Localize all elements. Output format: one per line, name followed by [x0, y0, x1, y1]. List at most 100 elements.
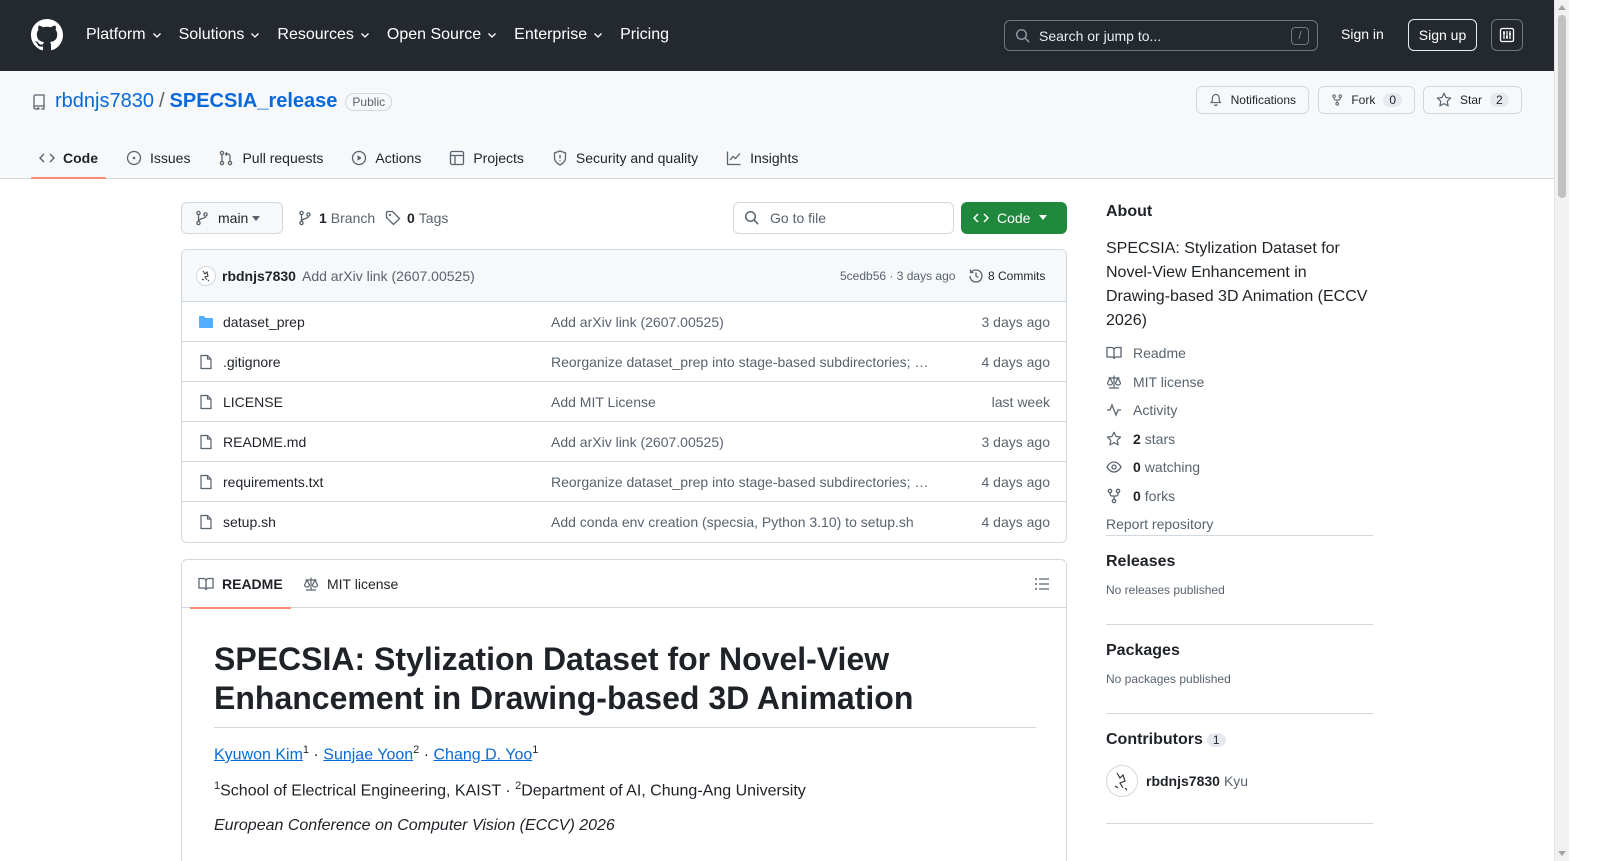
global-header: Platform Solutions Resources Open Source… — [0, 0, 1554, 71]
file-name-link[interactable]: .gitignore — [223, 354, 281, 370]
readme-title: SPECSIA: Stylization Dataset for Novel-V… — [214, 640, 1036, 728]
avatar[interactable] — [196, 266, 216, 286]
file-row[interactable]: LICENSE Add MIT License last week — [182, 382, 1066, 422]
commit-message-link[interactable]: Add arXiv link (2607.00525) — [302, 268, 475, 284]
tab-license[interactable]: MIT license — [303, 560, 398, 608]
history-icon — [969, 269, 983, 283]
file-row[interactable]: requirements.txt Reorganize dataset_prep… — [182, 462, 1066, 502]
chevron-down-icon — [152, 33, 161, 38]
commit-author-link[interactable]: rbdnjs7830 — [222, 268, 296, 284]
branch-icon — [299, 210, 311, 226]
file-name-link[interactable]: README.md — [223, 434, 306, 450]
activity-link[interactable]: Activity — [1106, 400, 1373, 420]
license-link[interactable]: MIT license — [1106, 372, 1373, 392]
stars-link[interactable]: 2 stars — [1106, 429, 1373, 449]
nav-solutions[interactable]: Solutions — [179, 24, 262, 46]
fork-button[interactable]: Fork 0 — [1318, 86, 1415, 114]
branch-count: 1 — [319, 210, 327, 226]
star-label: Star — [1460, 93, 1483, 107]
star-icon — [1436, 92, 1452, 107]
nav-enterprise[interactable]: Enterprise — [514, 24, 604, 46]
affiliation-2: Department of AI, Chung-Ang University — [521, 782, 806, 800]
scroll-up-arrow-icon[interactable] — [1558, 5, 1566, 10]
search-input[interactable]: Search or jump to... / — [1004, 20, 1318, 51]
repo-tabs: Code Issues Pull requests Actions Projec… — [31, 139, 818, 179]
tab-code[interactable]: Code — [31, 139, 106, 179]
readme-link[interactable]: Readme — [1106, 343, 1373, 363]
affiliation-1: School of Electrical Engineering, KAIST … — [220, 782, 516, 800]
stars-count: 2 — [1133, 430, 1141, 447]
play-icon — [352, 150, 367, 166]
file-commit-message[interactable]: Add MIT License — [551, 394, 929, 410]
commit-hash-date[interactable]: 5cedb56 · 3 days ago — [840, 269, 955, 283]
contributor-item[interactable]: rbdnjs7830 Kyu — [1106, 765, 1373, 797]
activity-label: Activity — [1133, 402, 1178, 418]
report-repository-link[interactable]: Report repository — [1106, 514, 1373, 534]
file-commit-message[interactable]: Add arXiv link (2607.00525) — [551, 314, 929, 330]
branches-link[interactable]: 1 Branch — [297, 210, 375, 226]
fork-icon — [1107, 488, 1121, 503]
go-to-file-input[interactable]: Go to file — [733, 202, 954, 234]
file-commit-message[interactable]: Reorganize dataset_prep into stage-based… — [551, 354, 929, 370]
tab-label: Pull requests — [242, 150, 324, 166]
branch-selector[interactable]: main — [181, 202, 283, 234]
tab-insights[interactable]: Insights — [718, 139, 806, 177]
tags-link[interactable]: 0 Tags — [385, 210, 448, 226]
file-commit-message[interactable]: Add conda env creation (specsia, Python … — [551, 514, 929, 530]
author-link[interactable]: Sunjae Yoon — [323, 746, 413, 763]
commits-history-link[interactable]: 8 Commits — [968, 268, 1045, 284]
pulse-icon — [1107, 403, 1121, 417]
file-commit-message[interactable]: Reorganize dataset_prep into stage-based… — [551, 474, 929, 490]
releases-section: Releases No releases published — [1106, 535, 1373, 597]
packages-heading[interactable]: Packages — [1106, 642, 1373, 660]
file-name-link[interactable]: LICENSE — [223, 394, 283, 410]
file-name-link[interactable]: setup.sh — [223, 514, 276, 530]
file-commit-message[interactable]: Add arXiv link (2607.00525) — [551, 434, 929, 450]
menu-button[interactable] — [1491, 19, 1523, 51]
scrollbar-thumb[interactable] — [1558, 15, 1566, 198]
repo-owner-link[interactable]: rbdnjs7830 — [55, 90, 154, 113]
nav-pricing[interactable]: Pricing — [620, 24, 669, 46]
star-button[interactable]: Star 2 — [1423, 86, 1522, 114]
list-unordered-icon[interactable] — [1034, 576, 1050, 592]
tab-security[interactable]: Security and quality — [544, 139, 706, 177]
tab-pull-requests[interactable]: Pull requests — [210, 139, 331, 177]
nav-platform[interactable]: Platform — [86, 24, 163, 46]
nav-resources[interactable]: Resources — [277, 24, 370, 46]
file-row[interactable]: .gitignore Reorganize dataset_prep into … — [182, 342, 1066, 382]
pull-request-icon — [220, 150, 233, 166]
about-description: SPECSIA: Stylization Dataset for Novel-V… — [1106, 240, 1368, 329]
file-name-link[interactable]: dataset_prep — [223, 314, 305, 330]
file-row[interactable]: README.md Add arXiv link (2607.00525) 3 … — [182, 422, 1066, 462]
top-nav: Platform Solutions Resources Open Source… — [86, 24, 685, 46]
code-button[interactable]: Code — [961, 202, 1067, 234]
releases-heading[interactable]: Releases — [1106, 553, 1373, 571]
stars-label: stars — [1144, 430, 1176, 447]
nav-label: Platform — [86, 26, 146, 43]
forks-link[interactable]: 0 forks — [1106, 486, 1373, 506]
watching-link[interactable]: 0 watching — [1106, 457, 1373, 477]
author-link[interactable]: Chang D. Yoo — [433, 746, 532, 763]
file-name-link[interactable]: requirements.txt — [223, 474, 323, 490]
page-scrollbar[interactable] — [1554, 0, 1569, 861]
repo-name-link[interactable]: SPECSIA_release — [170, 90, 338, 113]
author-link[interactable]: Kyuwon Kim — [214, 746, 303, 763]
latest-commit-bar: rbdnjs7830 Add arXiv link (2607.00525) 5… — [182, 250, 1066, 302]
notifications-button[interactable]: Notifications — [1196, 86, 1309, 114]
github-logo-icon[interactable] — [31, 19, 63, 51]
file-row[interactable]: dataset_prep Add arXiv link (2607.00525)… — [182, 302, 1066, 342]
avatar — [1106, 765, 1138, 797]
contributor-login: rbdnjs7830 — [1146, 773, 1220, 789]
watching-label: watching — [1144, 459, 1201, 475]
tab-readme[interactable]: README — [190, 560, 291, 609]
tab-actions[interactable]: Actions — [343, 139, 429, 177]
sign-in-link[interactable]: Sign in — [1341, 26, 1384, 42]
nav-open-source[interactable]: Open Source — [387, 24, 498, 46]
file-row[interactable]: setup.sh Add conda env creation (specsia… — [182, 502, 1066, 542]
tab-issues[interactable]: Issues — [118, 139, 198, 177]
eye-icon — [1106, 461, 1122, 473]
contributors-heading[interactable]: Contributors 1 — [1106, 731, 1373, 749]
scroll-down-arrow-icon[interactable] — [1558, 851, 1566, 856]
tab-projects[interactable]: Projects — [441, 139, 532, 177]
sign-up-button[interactable]: Sign up — [1408, 19, 1477, 51]
